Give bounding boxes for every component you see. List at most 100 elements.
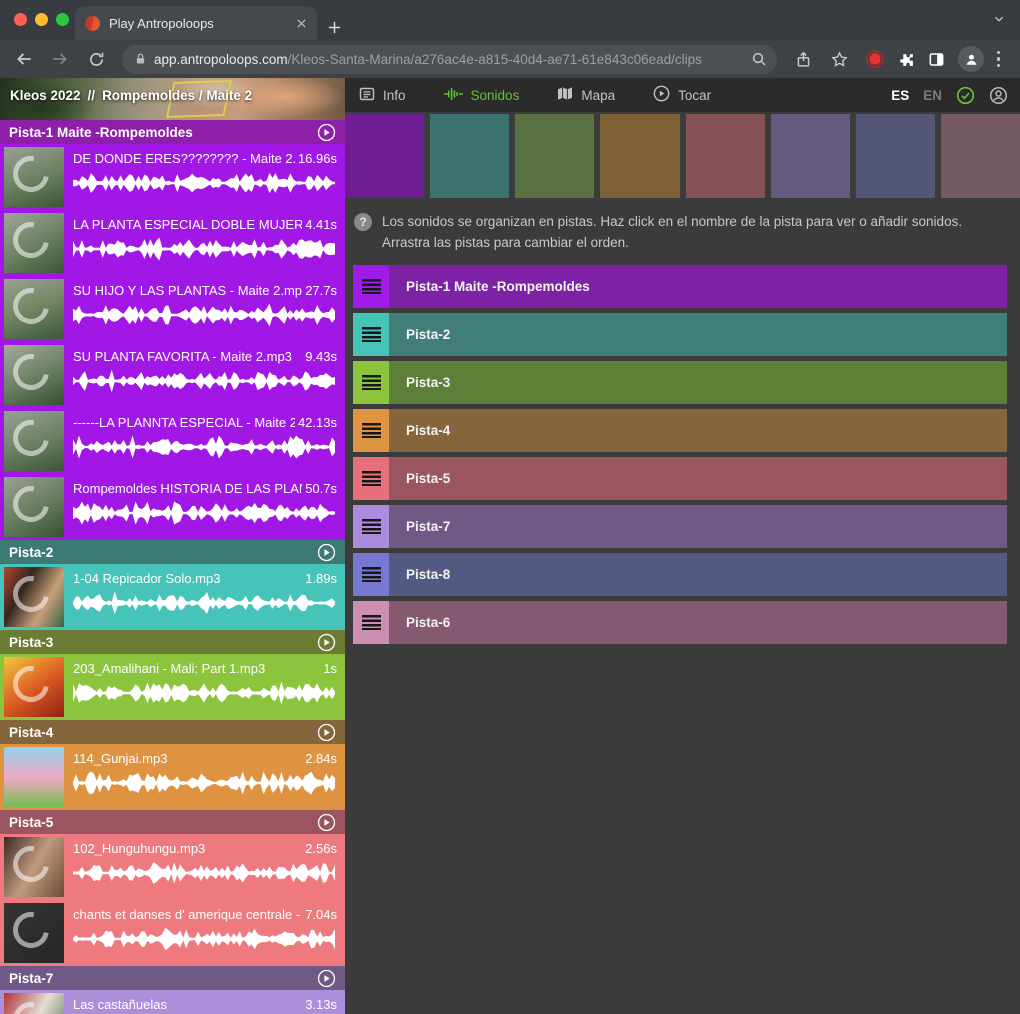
sidebar-section-header-pista4[interactable]: Pista-4 (0, 720, 345, 744)
share-icon[interactable] (789, 45, 817, 73)
clip-thumbnail (4, 477, 64, 537)
track-row-pista1[interactable]: Pista-1 Maite -Rompemoldes (353, 265, 1007, 308)
back-button[interactable] (10, 45, 38, 73)
drag-handle[interactable] (353, 601, 389, 644)
clip-title: 114_Gunjai.mp3 (73, 751, 302, 766)
url-bar[interactable]: app.antropoloops.com/Kleos-Santa-Marina/… (122, 45, 777, 74)
close-window-button[interactable] (14, 13, 27, 26)
drag-handle[interactable] (353, 313, 389, 356)
browser-menu-kebab-icon[interactable] (997, 51, 1000, 67)
clip[interactable]: SU PLANTA FAVORITA - Maite 2.mp39.43s (0, 342, 345, 408)
track-row-pista6[interactable]: Pista-6 (353, 601, 1007, 644)
section-title: Pista-3 (9, 635, 53, 650)
drag-handle[interactable] (353, 505, 389, 548)
sidebar-section-header-pista3[interactable]: Pista-3 (0, 630, 345, 654)
color-swatch (600, 114, 679, 198)
clip-thumbnail (4, 213, 64, 273)
clip[interactable]: Las castañuelas3.13s (0, 990, 345, 1014)
lang-es-button[interactable]: ES (891, 88, 909, 103)
tab-close-icon[interactable] (296, 18, 307, 29)
clip[interactable]: 102_Hunguhungu.mp32.56s (0, 834, 345, 900)
recording-indicator-icon[interactable] (865, 49, 885, 69)
play-track-icon[interactable] (317, 633, 336, 652)
tab-tocar-label: Tocar (678, 88, 711, 103)
track-row-pista2[interactable]: Pista-2 (353, 313, 1007, 356)
drag-handle[interactable] (353, 457, 389, 500)
tab-sonidos[interactable]: Sonidos (444, 86, 520, 105)
clip-title: SU PLANTA FAVORITA - Maite 2.mp3 (73, 349, 302, 364)
clip[interactable]: 1-04 Repicador Solo.mp31.89s (0, 564, 345, 630)
loop-ring-icon (6, 215, 56, 265)
loop-ring-icon (6, 281, 56, 331)
browser-tab[interactable]: Play Antropoloops (75, 6, 317, 40)
clip[interactable]: chants et danses d' amerique centrale - … (0, 900, 345, 966)
sidebar-section-header-pista7[interactable]: Pista-7 (0, 966, 345, 990)
clip-title: 1-04 Repicador Solo.mp3 (73, 571, 302, 586)
color-swatch (771, 114, 850, 198)
appbar-right: ES EN (891, 86, 1020, 105)
clip-duration: 9.43s (305, 349, 337, 364)
loop-ring-icon (6, 659, 56, 709)
minimize-window-button[interactable] (35, 13, 48, 26)
clip-thumbnail (4, 567, 64, 627)
play-track-icon[interactable] (317, 813, 336, 832)
drag-handle-icon (362, 279, 381, 294)
clip[interactable]: Rompemoldes HISTORIA DE LAS PLANTAS...50… (0, 474, 345, 540)
clip-duration: 4.41s (305, 217, 337, 232)
waveform (73, 500, 337, 526)
drag-handle[interactable] (353, 361, 389, 404)
track-row-pista7[interactable]: Pista-7 (353, 505, 1007, 548)
track-row-pista5[interactable]: Pista-5 (353, 457, 1007, 500)
play-track-icon[interactable] (317, 123, 336, 142)
clip[interactable]: DE DONDE ERES???????? - Maite 2.mp316.96… (0, 144, 345, 210)
clip-duration: 1s (323, 661, 337, 676)
drag-handle-icon (362, 423, 381, 438)
sidebar-section-header-pista1[interactable]: Pista-1 Maite -Rompemoldes (0, 120, 345, 144)
drag-handle[interactable] (353, 553, 389, 596)
play-track-icon[interactable] (317, 969, 336, 988)
track-row-pista8[interactable]: Pista-8 (353, 553, 1007, 596)
toolbar-extensions (865, 46, 1000, 72)
drag-handle[interactable] (353, 265, 389, 308)
track-name: Pista-7 (406, 519, 450, 534)
track-row-pista4[interactable]: Pista-4 (353, 409, 1007, 452)
browser-profile-avatar[interactable] (958, 46, 984, 72)
url-domain: app.antropoloops.com (154, 52, 288, 67)
extensions-puzzle-icon[interactable] (898, 51, 915, 68)
reload-button[interactable] (82, 45, 110, 73)
loop-ring-icon (6, 839, 56, 889)
tab-info[interactable]: Info (359, 86, 406, 105)
zoom-window-button[interactable] (56, 13, 69, 26)
clip[interactable]: SU HIJO Y LAS PLANTAS - Maite 2.mp327.7s (0, 276, 345, 342)
tab-tocar[interactable]: Tocar (653, 85, 711, 105)
drag-handle[interactable] (353, 409, 389, 452)
tab-mapa[interactable]: Mapa (557, 86, 615, 104)
play-track-icon[interactable] (317, 723, 336, 742)
sidebar-section-header-pista5[interactable]: Pista-5 (0, 810, 345, 834)
drag-handle-icon (362, 567, 381, 582)
play-track-icon[interactable] (317, 543, 336, 562)
saved-check-icon[interactable] (956, 86, 975, 105)
new-tab-button[interactable] (327, 20, 342, 35)
waveform (73, 926, 337, 952)
drag-handle-icon (362, 519, 381, 534)
track-name: Pista-1 Maite -Rompemoldes (406, 279, 590, 294)
color-swatch (856, 114, 935, 198)
waveform (73, 170, 337, 196)
sidebar-section-header-pista2[interactable]: Pista-2 (0, 540, 345, 564)
forward-button[interactable] (46, 45, 74, 73)
account-icon[interactable] (989, 86, 1008, 105)
lang-en-button[interactable]: EN (923, 88, 942, 103)
clips-pista1: DE DONDE ERES???????? - Maite 2.mp316.96… (0, 144, 345, 540)
clip[interactable]: ------LA PLANNTA ESPECIAL - Maite 2.mp34… (0, 408, 345, 474)
clip[interactable]: 203_Amalihani - Mali: Part 1.mp31s (0, 654, 345, 720)
traffic-lights (14, 13, 69, 26)
bookmark-star-icon[interactable] (825, 45, 853, 73)
zoom-level-icon[interactable] (751, 51, 767, 67)
tab-search-chevron-icon[interactable] (992, 12, 1006, 26)
breadcrumb-project: Kleos 2022 (10, 88, 81, 103)
clip[interactable]: 114_Gunjai.mp32.84s (0, 744, 345, 810)
side-panel-icon[interactable] (928, 51, 945, 68)
track-row-pista3[interactable]: Pista-3 (353, 361, 1007, 404)
clip[interactable]: LA PLANTA ESPECIAL DOBLE MUJER - Mai...4… (0, 210, 345, 276)
